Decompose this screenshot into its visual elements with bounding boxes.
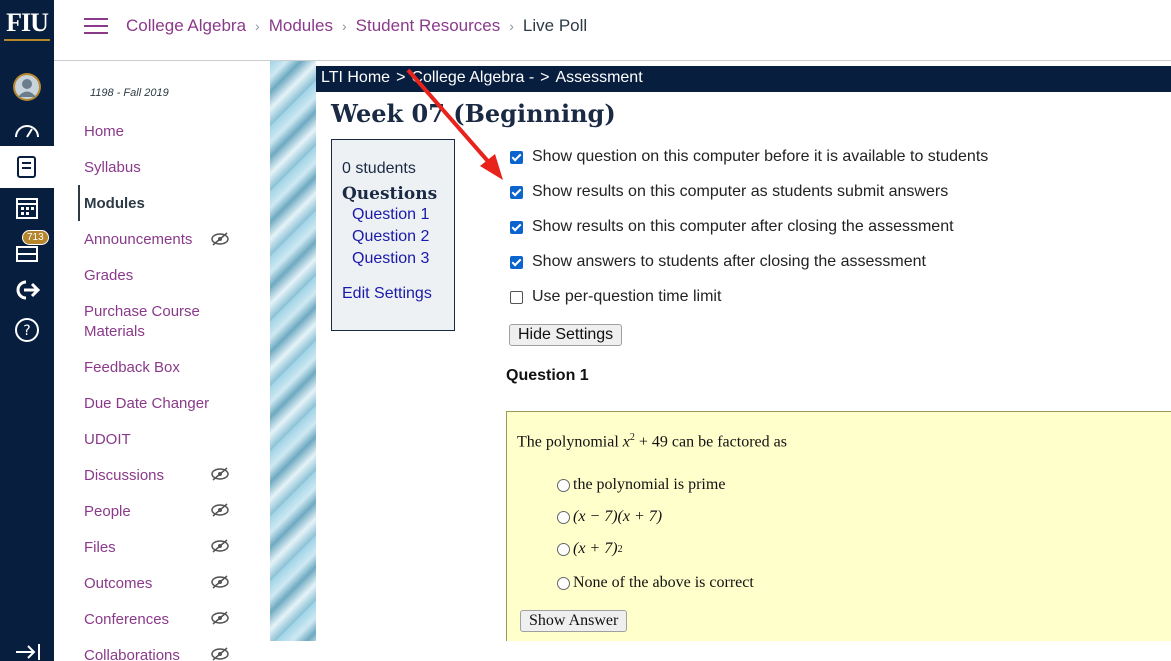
collapse-nav-icon[interactable] [14,643,42,661]
lti-breadcrumb: LTI Home > College Algebra - > Assessment [316,66,1171,92]
checkbox[interactable] [510,220,523,234]
inbox-icon[interactable]: 713 [0,230,54,272]
hidden-eye-icon [211,575,229,589]
breadcrumb-current: Live Poll [522,16,588,35]
radio-button[interactable] [557,576,570,590]
question-link-3[interactable]: Question 3 [352,248,444,270]
inbox-badge: 713 [22,230,49,245]
question-prompt: The polynomial x2 + 49 can be factored a… [517,432,787,451]
hidden-eye-icon [211,232,229,246]
answer-option-3[interactable]: (x + 7) 2 [557,540,623,558]
chevron-right-icon: › [255,18,260,34]
course-nav-modules[interactable]: Modules [84,194,264,214]
show-answer-button[interactable]: Show Answer [520,610,628,632]
lti-course-link[interactable]: College Algebra - [411,69,534,86]
hidden-eye-icon [211,539,229,553]
hidden-eye-icon [211,467,229,481]
course-nav-outcomes[interactable]: Outcomes [84,574,264,594]
lti-home-link[interactable]: LTI Home [321,69,390,86]
lti-assessment-crumb: Assessment [555,69,643,86]
course-nav-conferences[interactable]: Conferences [84,610,264,630]
account-avatar-icon[interactable] [0,67,54,107]
hidden-eye-icon [211,611,229,625]
course-nav: 1198 - Fall 2019 Home Syllabus Modules A… [54,61,270,661]
checkbox[interactable] [510,255,523,269]
breadcrumb: College Algebra › Modules › Student Reso… [126,16,587,36]
course-nav-syllabus[interactable]: Syllabus [84,158,264,178]
logout-icon[interactable] [0,270,54,310]
hidden-eye-icon [211,647,229,661]
course-nav-people[interactable]: People [84,502,264,522]
edit-settings-link[interactable]: Edit Settings [342,285,444,303]
course-nav-purchase-materials[interactable]: Purchase Course Materials [84,302,224,342]
setting-show-results-live[interactable]: Show results on this computer as student… [510,183,948,201]
checkbox[interactable] [510,290,523,304]
course-nav-announcements[interactable]: Announcements [84,230,264,250]
course-nav-home[interactable]: Home [84,122,264,142]
decorative-banner [270,61,316,641]
svg-text:?: ? [23,323,30,339]
question-sidebar: 0 students Questions Question 1 Question… [331,139,455,331]
course-nav-feedback-box[interactable]: Feedback Box [84,358,264,378]
setting-show-results-after[interactable]: Show results on this computer after clos… [510,218,954,236]
answer-option-1[interactable]: the polynomial is prime [557,476,725,494]
calendar-icon[interactable] [0,188,54,228]
global-nav: FIU 713 ? [0,0,54,661]
courses-icon[interactable] [0,146,54,188]
hamburger-menu-icon[interactable] [84,18,108,36]
breadcrumb-student-resources[interactable]: Student Resources [356,16,501,36]
course-nav-udoit[interactable]: UDOIT [84,430,264,450]
setting-time-limit[interactable]: Use per-question time limit [510,288,721,306]
questions-heading: Questions [342,184,438,204]
question-link-2[interactable]: Question 2 [352,226,444,248]
term-label: 1198 - Fall 2019 [90,87,169,99]
answer-option-2[interactable]: (x − 7)(x + 7) [557,508,662,526]
lti-frame: LTI Home > College Algebra - > Assessment We… [316,61,1171,641]
help-icon[interactable]: ? [0,310,54,350]
question-link-1[interactable]: Question 1 [352,204,444,226]
chevron-right-icon: › [341,18,347,34]
question-heading: Question 1 [506,367,589,384]
breadcrumb-course[interactable]: College Algebra [126,16,246,36]
hidden-eye-icon [211,503,229,517]
chevron-right-icon: › [509,18,514,34]
fiu-logo[interactable]: FIU [0,8,54,41]
setting-show-question-before[interactable]: Show question on this computer before it… [510,148,988,166]
course-nav-collaborations[interactable]: Collaborations [84,646,264,661]
course-nav-discussions[interactable]: Discussions [84,466,264,486]
course-nav-grades[interactable]: Grades [84,266,264,286]
breadcrumb-modules[interactable]: Modules [269,16,333,36]
checkbox[interactable] [510,150,523,164]
course-nav-due-date-changer[interactable]: Due Date Changer [84,394,264,414]
radio-button[interactable] [557,542,570,556]
page-header: College Algebra › Modules › Student Reso… [54,0,1171,61]
active-indicator [78,185,80,221]
checkbox[interactable] [510,185,523,199]
radio-button[interactable] [557,510,570,524]
course-nav-files[interactable]: Files [84,538,264,558]
radio-button[interactable] [557,478,570,492]
dashboard-icon[interactable] [0,110,54,150]
question-card: The polynomial x2 + 49 can be factored a… [506,411,1171,641]
setting-show-answers[interactable]: Show answers to students after closing t… [510,253,926,271]
student-count: 0 students [342,160,416,177]
answer-option-4[interactable]: None of the above is correct [557,574,754,592]
math-expression: x [622,433,630,451]
assessment-title: Week 07 (Beginning) [331,99,616,128]
hide-settings-button[interactable]: Hide Settings [509,324,623,346]
